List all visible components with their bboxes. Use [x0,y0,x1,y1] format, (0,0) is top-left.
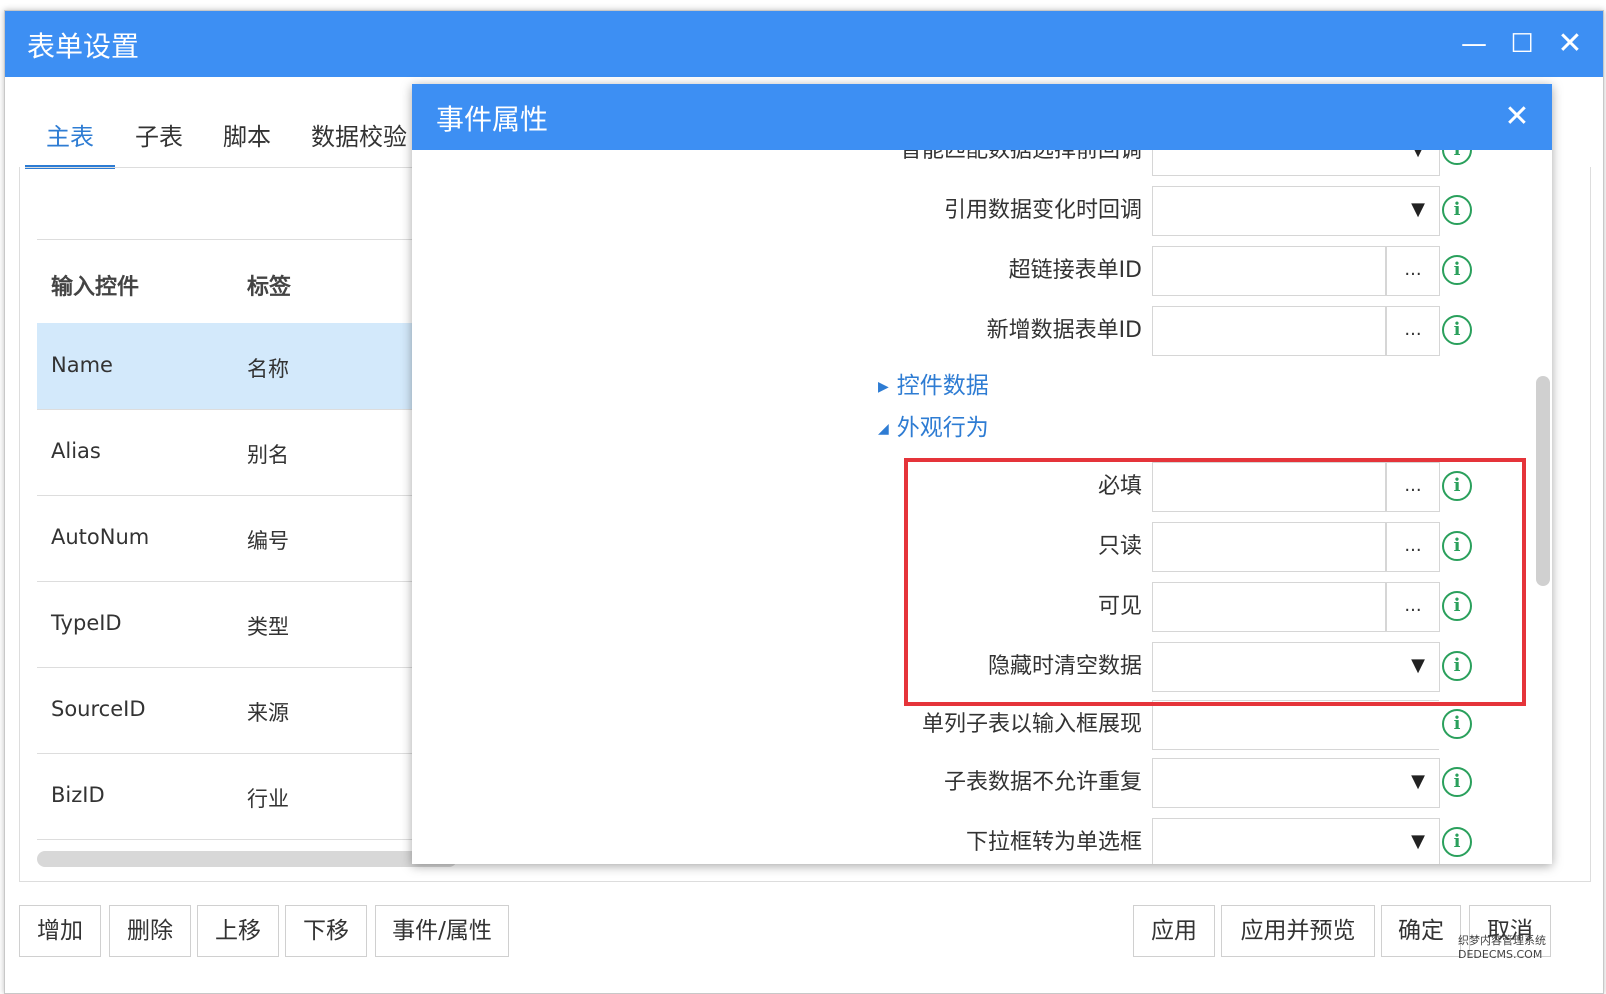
info-icon[interactable]: i [1442,195,1472,225]
dialog-title: 表单设置 [27,30,140,63]
property-label: 子表数据不允许重复 [943,770,1142,795]
tab-sub-table[interactable]: 子表 [135,107,183,165]
table-row[interactable]: TypeID 类型 [37,581,457,668]
minimize-icon[interactable]: — [1457,27,1491,61]
info-icon[interactable]: i [1442,150,1472,165]
row-control: AutoNum [51,525,150,549]
inner-dialog-title: 事件属性 [436,103,549,136]
row-label: 名称 [247,357,289,381]
tab-main-table[interactable]: 主表 [25,107,115,169]
move-up-button[interactable]: 上移 [197,905,279,957]
table-row[interactable]: Alias 别名 [37,409,457,496]
watermark-line: 织梦内容管理系统 [1458,934,1546,947]
table-row[interactable]: SourceID 来源 [37,667,457,754]
property-dropdown[interactable]: ▼ [1152,186,1440,236]
dropdown-arrow-icon: ▼ [1411,771,1425,792]
header-input-control: 输入控件 [51,275,140,300]
property-dropdown[interactable]: ▼ [1152,758,1440,808]
property-row: 新增数据表单ID ... i [412,306,1552,364]
highlight-box [904,458,1526,706]
property-label: 超链接表单ID [1008,258,1142,283]
event-attribute-button[interactable]: 事件/属性 [375,905,509,957]
table-row[interactable]: BizID 行业 [37,753,457,840]
property-dropdown[interactable]: ▼ [1152,150,1440,176]
horizontal-scrollbar[interactable] [37,851,457,867]
ellipsis-button[interactable]: ... [1386,306,1440,356]
tab-script[interactable]: 脚本 [223,107,271,165]
ellipsis-button[interactable]: ... [1386,246,1440,296]
row-control: BizID [51,783,105,807]
property-row: 引用数据变化时回调 ▼ i [412,186,1552,244]
confirm-button[interactable]: 确定 [1381,905,1461,957]
dropdown-arrow-icon: ▼ [1411,831,1425,852]
property-row: 子表数据不允许重复 ▼ i [412,758,1552,816]
section-label: 外观行为 [896,415,989,441]
dialog-header: 表单设置 — ☐ ✕ [5,11,1603,77]
info-icon[interactable]: i [1442,767,1472,797]
property-row: 下拉框转为单选框 ▼ i [412,818,1552,864]
row-control: Alias [51,439,101,463]
property-input[interactable] [1152,306,1386,356]
section-label: 控件数据 [896,373,989,399]
delete-button[interactable]: 删除 [109,905,191,957]
watermark-line: DEDECMS.COM [1458,948,1543,961]
apply-button[interactable]: 应用 [1133,905,1215,957]
table-row[interactable]: Name 名称 [37,323,457,410]
vertical-scrollbar[interactable] [1536,376,1550,586]
row-label: 行业 [247,787,289,811]
property-label: 引用数据变化时回调 [943,198,1142,223]
apply-preview-button[interactable]: 应用并预览 [1221,905,1375,957]
list-header: 输入控件 标签 [37,253,457,311]
list-divider [37,239,457,240]
close-icon[interactable]: ✕ [1553,27,1587,61]
expand-arrow-icon: ▶ [878,379,889,395]
tab-bar: 主表 子表 脚本 数据校验 [25,107,465,169]
property-input[interactable] [1152,700,1439,750]
header-label: 标签 [247,275,292,300]
dropdown-arrow-icon: ▼ [1411,199,1425,220]
property-label: 新增数据表单ID [986,318,1142,343]
row-control: SourceID [51,697,146,721]
row-label: 编号 [247,529,289,553]
watermark: 织梦内容管理系统 DEDECMS.COM [1458,934,1606,968]
row-control: TypeID [51,611,122,635]
table-row[interactable]: AutoNum 编号 [37,495,457,582]
row-control: Name [51,353,113,377]
property-label: 下拉框转为单选框 [965,830,1142,855]
property-row: 单列子表以输入框展现 i [412,700,1552,758]
row-label: 别名 [247,443,289,467]
inner-dialog-header: 事件属性 ✕ [412,84,1552,150]
property-label: 单列子表以输入框展现 [921,712,1142,737]
property-input[interactable] [1152,246,1386,296]
row-label: 来源 [247,701,289,725]
info-icon[interactable]: i [1442,315,1472,345]
tab-data-validation[interactable]: 数据校验 [311,107,407,165]
row-label: 类型 [247,615,289,639]
close-icon[interactable]: ✕ [1500,100,1534,134]
info-icon[interactable]: i [1442,827,1472,857]
info-icon[interactable]: i [1442,255,1472,285]
property-dropdown[interactable]: ▼ [1152,818,1440,864]
add-button[interactable]: 增加 [19,905,101,957]
move-down-button[interactable]: 下移 [285,905,367,957]
property-row: 超链接表单ID ... i [412,246,1552,304]
property-row: 智能匹配数据选择前回调 ▼ i [412,150,1552,184]
dropdown-arrow-icon: ▼ [1411,150,1425,160]
section-control-data[interactable]: ▶ 控件数据 [878,366,989,400]
collapse-arrow-icon: ◢ [878,421,889,437]
maximize-icon[interactable]: ☐ [1505,27,1539,61]
section-appearance-behavior[interactable]: ◢ 外观行为 [878,408,989,442]
property-label: 智能匹配数据选择前回调 [899,150,1142,163]
info-icon[interactable]: i [1442,709,1472,739]
